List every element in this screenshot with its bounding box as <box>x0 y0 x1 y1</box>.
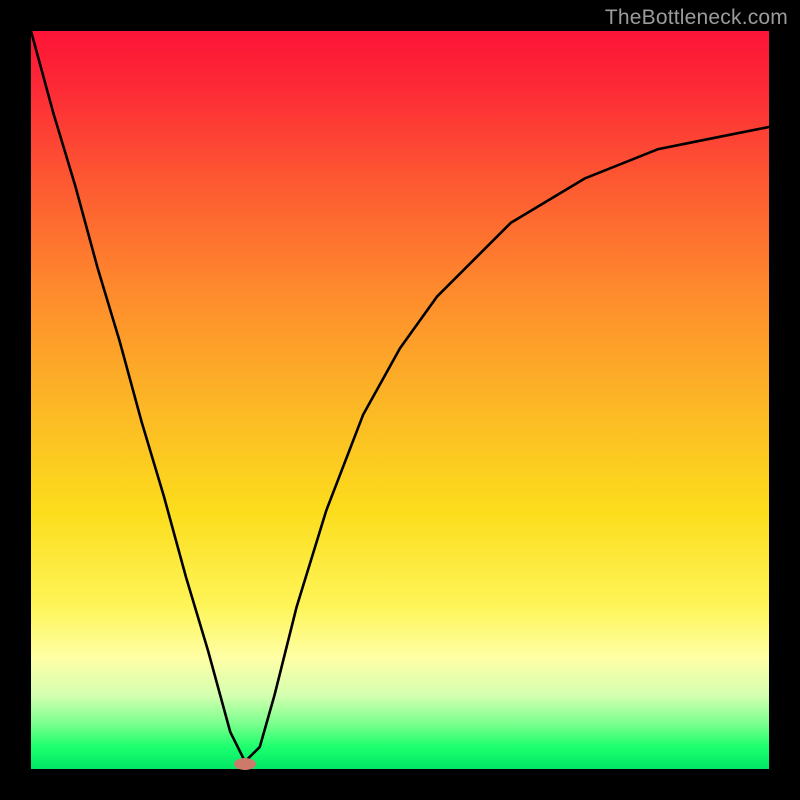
attribution-text: TheBottleneck.com <box>605 6 788 30</box>
minimum-marker <box>234 758 256 770</box>
bottleneck-curve <box>31 31 769 762</box>
chart-svg <box>31 31 769 769</box>
chart-root: TheBottleneck.com <box>0 0 800 800</box>
